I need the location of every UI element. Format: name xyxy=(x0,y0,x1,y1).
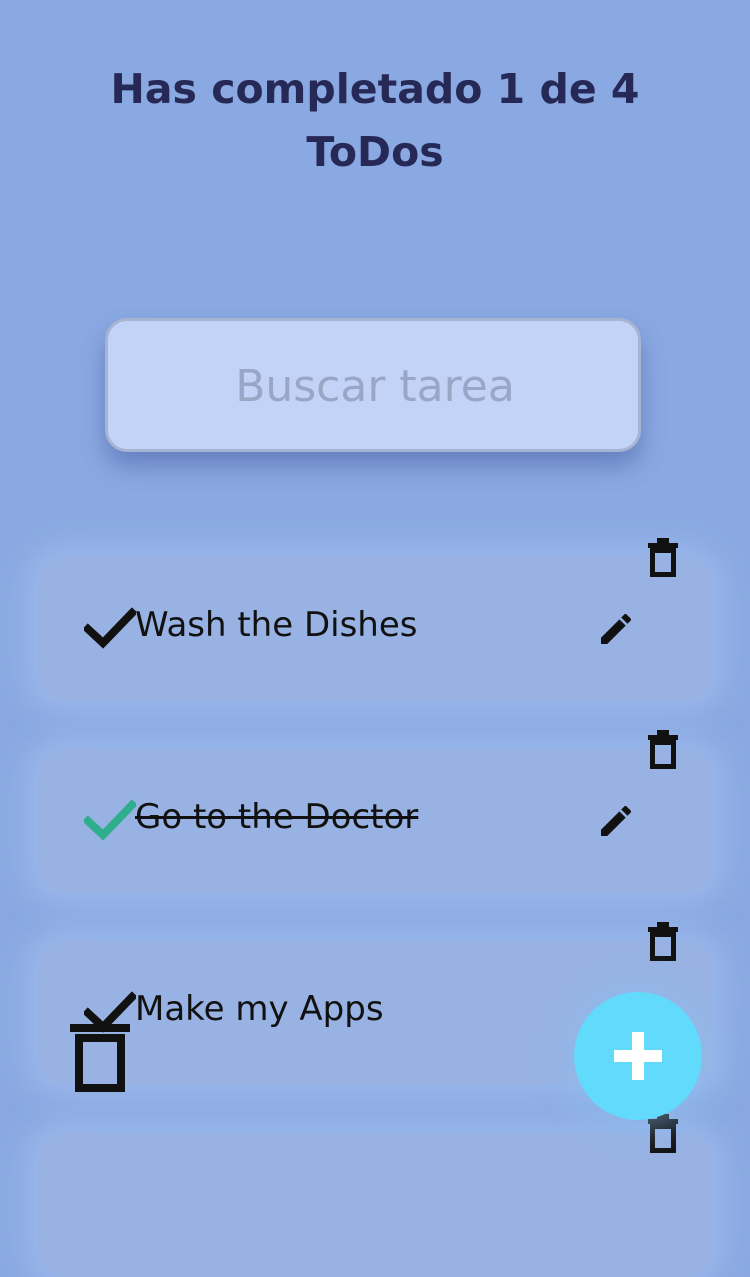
todo-item: Go to the Doctor xyxy=(38,730,712,893)
todo-text: Make my Apps xyxy=(135,989,384,1029)
check-icon[interactable] xyxy=(84,607,136,651)
todo-item xyxy=(38,1114,712,1277)
pencil-icon[interactable] xyxy=(596,609,636,649)
trash-icon[interactable] xyxy=(648,1113,678,1153)
todo-text-completed: Go to the Doctor xyxy=(135,797,419,837)
trash-icon[interactable] xyxy=(648,921,678,961)
todo-item: Wash the Dishes xyxy=(38,538,712,701)
plus-icon xyxy=(614,1032,662,1080)
todo-text: Wash the Dishes xyxy=(135,605,418,645)
add-todo-button[interactable] xyxy=(574,992,702,1120)
trash-icon[interactable] xyxy=(70,1020,130,1092)
check-icon-completed[interactable] xyxy=(84,799,136,843)
trash-icon[interactable] xyxy=(648,537,678,577)
pencil-icon[interactable] xyxy=(596,801,636,841)
trash-icon[interactable] xyxy=(648,729,678,769)
